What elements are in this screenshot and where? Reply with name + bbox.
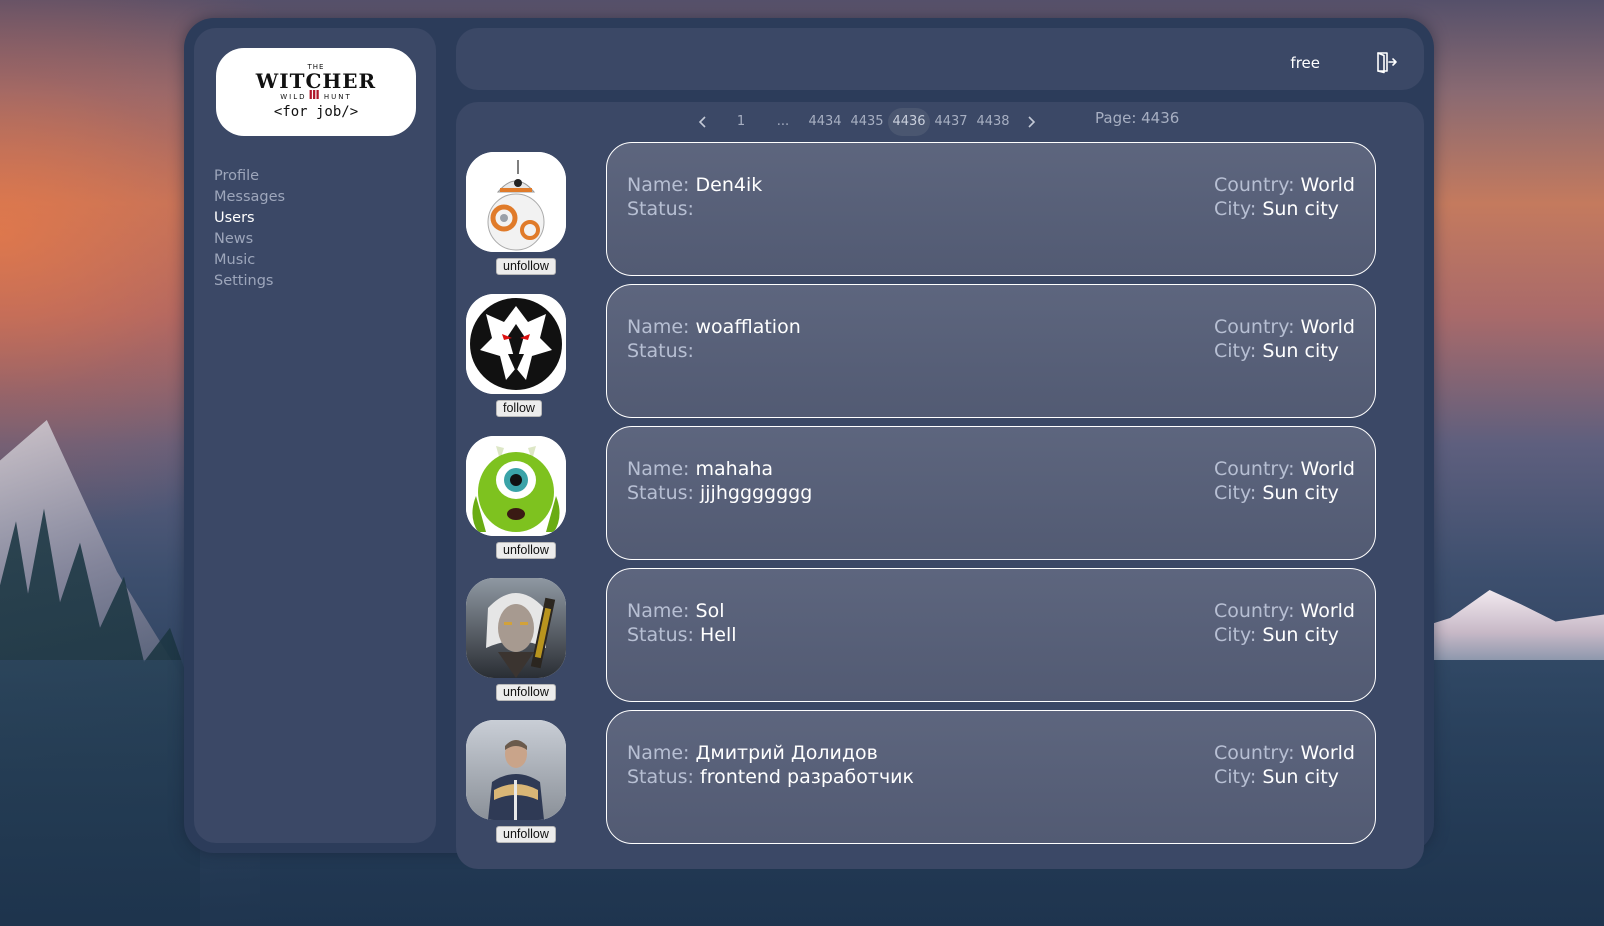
- city-label: City:: [1214, 624, 1257, 646]
- logo-wild: WILD: [280, 93, 307, 101]
- name-label: Name:: [627, 742, 690, 764]
- page-4438[interactable]: 4438: [972, 108, 1014, 136]
- follow-button[interactable]: follow: [496, 400, 542, 417]
- sidebar-item-users[interactable]: Users: [214, 208, 285, 229]
- user-row: unfollow Name: Den4ik Status: Country: W…: [456, 142, 1424, 276]
- city-label: City:: [1214, 482, 1257, 504]
- status-label: Status:: [627, 198, 694, 220]
- logout-icon[interactable]: [1374, 50, 1398, 74]
- sidebar-item-music[interactable]: Music: [214, 250, 285, 271]
- chevron-right-icon[interactable]: [1014, 108, 1048, 136]
- unfollow-button[interactable]: unfollow: [496, 258, 556, 275]
- user-status: frontend разработчик: [700, 766, 915, 788]
- status-label: Status:: [627, 340, 694, 362]
- sidebar-item-news[interactable]: News: [214, 229, 285, 250]
- status-label: Status:: [627, 766, 694, 788]
- city-label: City:: [1214, 766, 1257, 788]
- sidebar-item-profile[interactable]: Profile: [214, 166, 285, 187]
- current-page-label: Page: 4436: [1095, 109, 1180, 127]
- user-status: jjjhggggggg: [700, 482, 813, 504]
- logo-tagline: <for job/>: [273, 104, 359, 120]
- sidebar-item-settings[interactable]: Settings: [214, 271, 285, 292]
- page-ellipsis[interactable]: ...: [762, 108, 804, 136]
- city-label: City:: [1214, 198, 1257, 220]
- man-in-jacket-photo-avatar: [466, 720, 566, 820]
- page-1[interactable]: 1: [720, 108, 762, 136]
- country-label: Country:: [1214, 600, 1295, 622]
- user-status: Hell: [700, 624, 737, 646]
- page-4434[interactable]: 4434: [804, 108, 846, 136]
- page-4437[interactable]: 4437: [930, 108, 972, 136]
- page-4435[interactable]: 4435: [846, 108, 888, 136]
- user-city: Sun city: [1262, 766, 1339, 788]
- user-card: Name: Дмитрий Долидов Status: frontend р…: [606, 710, 1376, 844]
- country-label: Country:: [1214, 174, 1295, 196]
- white-haired-warrior-avatar: [466, 578, 566, 678]
- name-label: Name:: [627, 600, 690, 622]
- country-label: Country:: [1214, 316, 1295, 338]
- user-country: World: [1300, 174, 1355, 196]
- user-name: mahaha: [695, 458, 774, 480]
- unfollow-button[interactable]: unfollow: [496, 542, 556, 559]
- user-row: unfollow Name: Дмитрий Долидов Status: f…: [456, 710, 1424, 844]
- name-label: Name:: [627, 316, 690, 338]
- users-content: 1 ... 4434 4435 4436 4437 4438 Page: 443…: [456, 102, 1424, 869]
- unfollow-button[interactable]: unfollow: [496, 684, 556, 701]
- user-row: follow Name: woafflation Status: Country…: [456, 284, 1424, 418]
- sidebar: THE WITCHER WILD Ⅲ HUNT <for job/> Profile…: [194, 28, 436, 843]
- status-label: Status:: [627, 624, 694, 646]
- user-city: Sun city: [1262, 340, 1339, 362]
- status-label: Status:: [627, 482, 694, 504]
- logo-line-wild-hunt: WILD Ⅲ HUNT: [280, 88, 352, 102]
- page-4436-current[interactable]: 4436: [888, 108, 930, 136]
- user-row: unfollow Name: mahaha Status: jjjhgggggg…: [456, 426, 1424, 560]
- user-country: World: [1300, 458, 1355, 480]
- country-label: Country:: [1214, 742, 1295, 764]
- header-bar: free: [456, 28, 1424, 90]
- user-city: Sun city: [1262, 198, 1339, 220]
- bb8-robot-avatar: [466, 152, 566, 252]
- user-row: unfollow Name: Sol Status: Hell Country:…: [456, 568, 1424, 702]
- city-label: City:: [1214, 340, 1257, 362]
- user-city: Sun city: [1262, 482, 1339, 504]
- user-name: Sol: [695, 600, 725, 622]
- green-one-eyed-monster-avatar: [466, 436, 566, 536]
- app-window: THE WITCHER WILD Ⅲ HUNT <for job/> Profile…: [184, 18, 1434, 869]
- country-label: Country:: [1214, 458, 1295, 480]
- user-name: Den4ik: [695, 174, 763, 196]
- user-name: Дмитрий Долидов: [695, 742, 878, 764]
- account-status: free: [1290, 54, 1320, 72]
- chevron-left-icon[interactable]: [686, 108, 720, 136]
- unfollow-button[interactable]: unfollow: [496, 826, 556, 843]
- pagination: 1 ... 4434 4435 4436 4437 4438: [686, 108, 1048, 136]
- user-card: Name: woafflation Status: Country: World…: [606, 284, 1376, 418]
- sidebar-nav: Profile Messages Users News Music Settin…: [214, 166, 285, 292]
- user-city: Sun city: [1262, 624, 1339, 646]
- logo-hunt: HUNT: [323, 93, 352, 101]
- user-card: Name: Den4ik Status: Country: World City…: [606, 142, 1376, 276]
- name-label: Name:: [627, 174, 690, 196]
- user-card: Name: Sol Status: Hell Country: World Ci…: [606, 568, 1376, 702]
- user-card: Name: mahaha Status: jjjhggggggg Country…: [606, 426, 1376, 560]
- name-label: Name:: [627, 458, 690, 480]
- user-country: World: [1300, 316, 1355, 338]
- wolf-medallion-avatar: [466, 294, 566, 394]
- sidebar-item-messages[interactable]: Messages: [214, 187, 285, 208]
- user-name: woafflation: [695, 316, 801, 338]
- roman-three-icon: Ⅲ: [308, 88, 322, 102]
- user-country: World: [1300, 742, 1355, 764]
- user-country: World: [1300, 600, 1355, 622]
- witcher-logo: THE WITCHER WILD Ⅲ HUNT <for job/>: [216, 48, 416, 136]
